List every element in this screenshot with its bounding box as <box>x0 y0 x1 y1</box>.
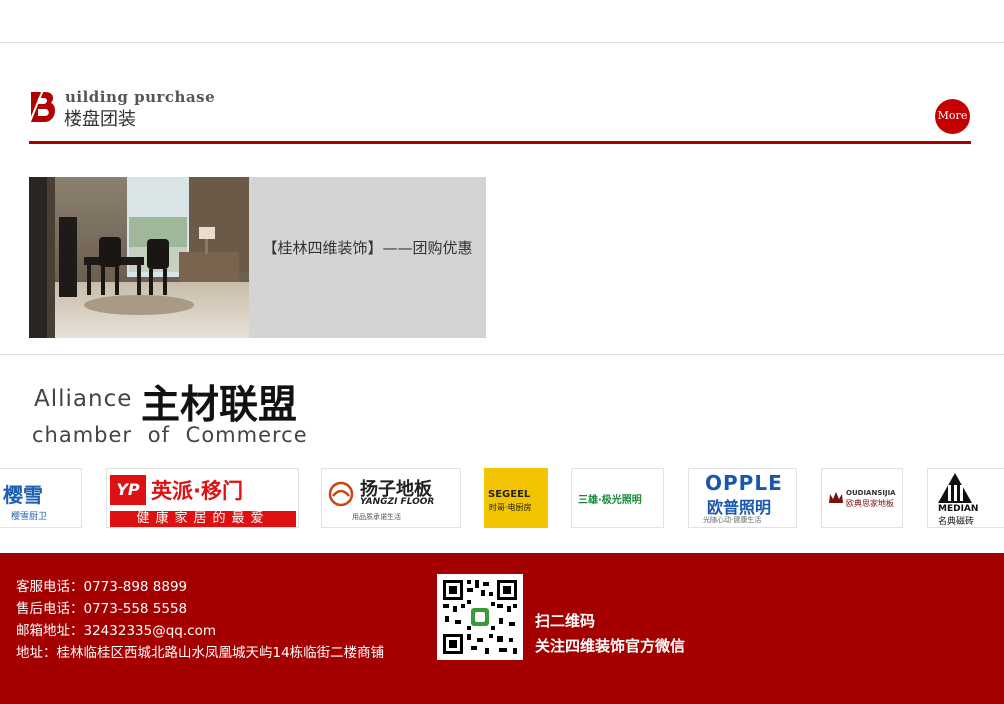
section-red-rule <box>29 141 971 144</box>
section-english-title: uilding purchase <box>65 88 216 106</box>
brand-name: 三雄·极光照明 <box>578 495 642 506</box>
qr-code-icon <box>437 574 523 660</box>
crown-icon <box>829 492 843 503</box>
alliance-subtitle: chamber of Commerce <box>32 423 308 447</box>
footer: 客服电话：0773-898 8899 售后电话：0773-558 5558 邮箱… <box>0 553 1004 704</box>
brand-sub: 时哥·电厨房 <box>489 503 532 512</box>
brand-logo-median[interactable]: MEDIAN 名典磁砖 <box>927 468 1004 528</box>
brand-logo-yingpai[interactable]: YP 英派·移门 健康家居的最爱 <box>106 468 299 528</box>
qr-caption-line1: 扫二维码 <box>535 612 596 630</box>
median-mark-icon <box>938 473 972 503</box>
brand-logo-segeel[interactable]: SEGEEL 时哥·电厨房 <box>484 468 548 528</box>
middle-divider <box>0 354 1004 355</box>
qr-caption: 扫二维码 关注四维装饰官方微信 <box>535 609 685 659</box>
brand-logo-opple[interactable]: OPPLE 欧普照明 光随心动·健康生活 <box>688 468 797 528</box>
yangzi-mark-icon <box>328 481 354 507</box>
alliance-english-title: Alliance <box>34 386 133 412</box>
top-divider <box>0 42 1004 43</box>
brand-name: MEDIAN <box>938 504 979 514</box>
building-purchase-logo: uilding purchase 楼盘团装 <box>29 88 215 130</box>
alliance-chinese-title: 主材联盟 <box>141 383 298 428</box>
brand-name: 樱雪 <box>3 483 43 507</box>
contact-info: 客服电话：0773-898 8899 售后电话：0773-558 5558 邮箱… <box>16 576 384 664</box>
brand-en: YANGZI FLOOR <box>360 497 435 507</box>
yp-mark-icon: YP <box>110 475 146 505</box>
brand-name: OPPLE <box>705 471 783 495</box>
more-button[interactable]: More <box>935 99 970 134</box>
brand-slogan: 用品质承诺生活 <box>352 513 401 521</box>
aftersale-phone: 售后电话：0773-558 5558 <box>16 601 188 617</box>
street-address: 地址：桂林临桂区西城北路山水凤凰城天屿14栋临街二楼商铺 <box>16 645 385 661</box>
brand-logo-carousel[interactable]: 樱雪 樱雪厨卫 YP 英派·移门 健康家居的最爱 扬子地板 YANGZI FLO… <box>0 466 1004 532</box>
service-phone: 客服电话：0773-898 8899 <box>16 579 188 595</box>
wechat-qr-code <box>437 574 523 660</box>
email-address: 邮箱地址：32432335@qq.com <box>16 623 216 639</box>
brand-logo-sanxiong[interactable]: 三雄·极光照明 <box>571 468 664 528</box>
promo-room-image <box>29 177 249 338</box>
brand-name: SEGEEL <box>488 489 531 500</box>
qr-caption-line2: 关注四维装饰官方微信 <box>535 637 686 655</box>
brand-name: 英派·移门 <box>151 479 243 503</box>
brand-cn: 欧典思家地板 <box>846 499 894 508</box>
brand-cn: 名典磁砖 <box>938 517 975 527</box>
b-letter-logo-icon <box>29 90 56 124</box>
brand-sub: 樱雪厨卫 <box>11 512 48 522</box>
brand-logo-yangzi[interactable]: 扬子地板 YANGZI FLOOR 用品质承诺生活 <box>321 468 461 528</box>
brand-name: OUDIANSIJIA <box>846 489 896 497</box>
promo-title[interactable]: 【桂林四维装饰】——团购优惠 <box>255 235 480 261</box>
brand-logo-oudian[interactable]: OUDIANSIJIA 欧典思家地板 <box>821 468 903 528</box>
brand-slogan: 健康家居的最爱 <box>110 511 296 527</box>
section-chinese-title: 楼盘团装 <box>64 109 136 130</box>
brand-logo-yingxue[interactable]: 樱雪 樱雪厨卫 <box>0 468 82 528</box>
promo-card[interactable]: 【桂林四维装饰】——团购优惠 <box>29 177 486 338</box>
brand-slogan: 光随心动·健康生活 <box>703 516 762 524</box>
